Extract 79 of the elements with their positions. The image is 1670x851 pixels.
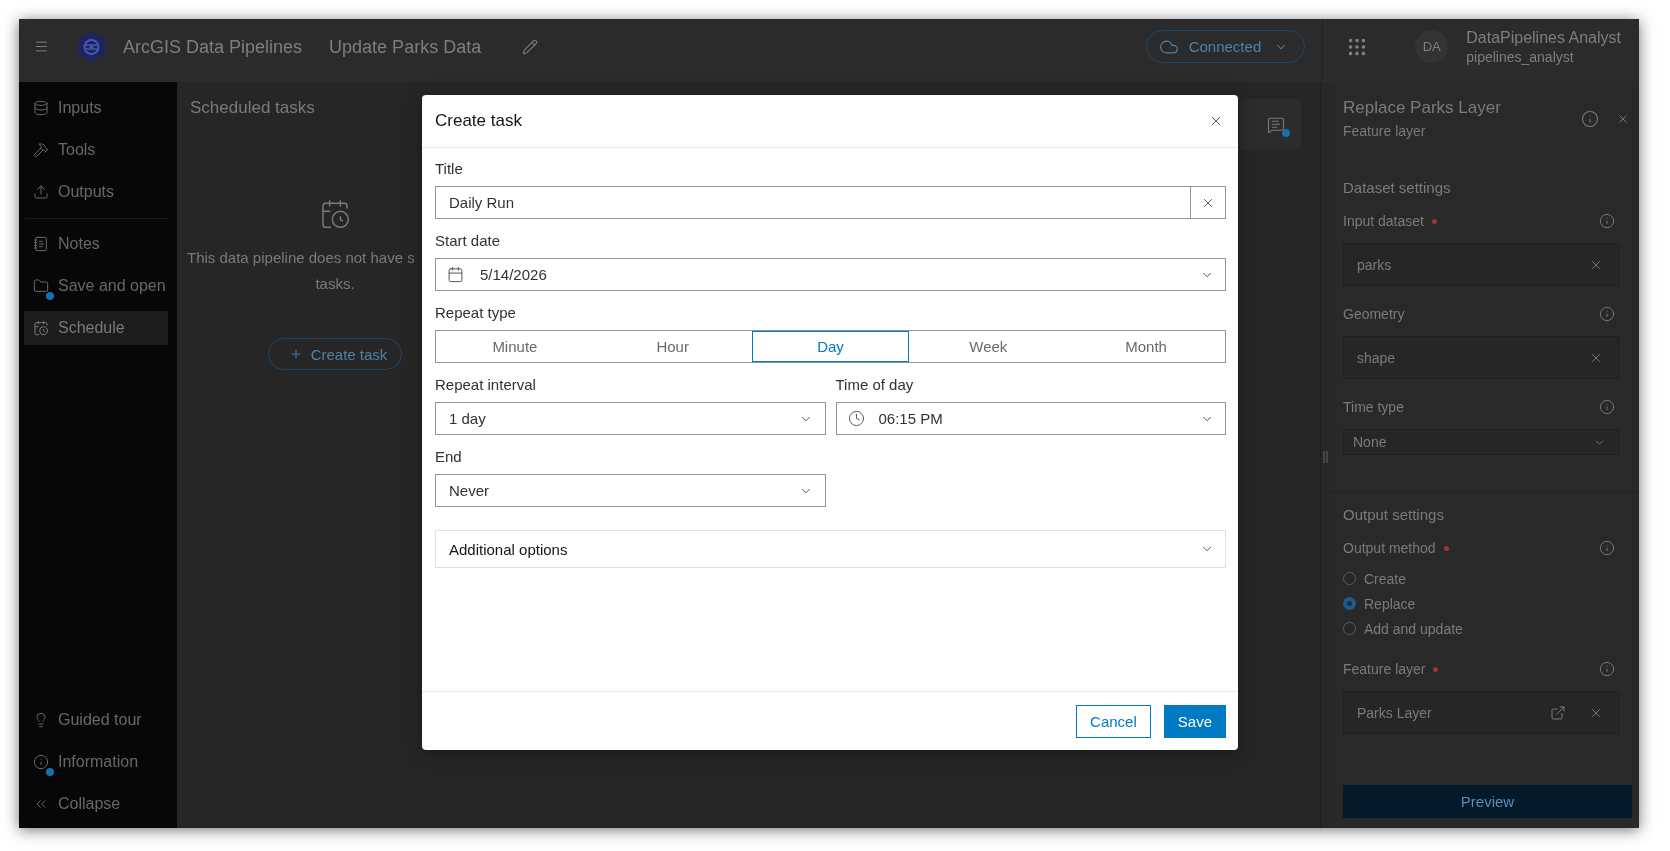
- user-name: DataPipelines Analyst: [1466, 27, 1621, 48]
- sidebar-item[interactable]: Tools: [24, 133, 168, 167]
- resize-handle-icon[interactable]: [1323, 451, 1328, 463]
- preview-button[interactable]: Preview: [1343, 785, 1632, 818]
- avatar[interactable]: DA: [1415, 30, 1449, 63]
- input-field[interactable]: parks: [1343, 243, 1619, 286]
- cancel-button[interactable]: Cancel: [1076, 704, 1151, 738]
- section-title: Output settings: [1343, 505, 1445, 525]
- info-icon[interactable]: [1599, 399, 1615, 415]
- empty-state-text: tasks.: [315, 274, 355, 294]
- calendar-clock-icon: [319, 198, 351, 230]
- info-icon[interactable]: [1581, 110, 1599, 128]
- radio-button[interactable]: [1343, 622, 1356, 635]
- field-label: Output method: [1343, 539, 1436, 558]
- sidebar-item[interactable]: Collapse: [24, 787, 168, 821]
- close-icon[interactable]: [1616, 112, 1630, 126]
- folder-icon: [33, 278, 49, 294]
- database-icon: [33, 100, 49, 116]
- external-link-icon[interactable]: [1550, 704, 1566, 721]
- notepad-icon: [33, 236, 49, 252]
- field-label: Start date: [435, 231, 501, 250]
- hammer-icon: [33, 142, 49, 158]
- sidebar-item[interactable]: Outputs: [24, 175, 168, 209]
- sidebar-item[interactable]: Save and open: [24, 269, 168, 303]
- input-field[interactable]: shape: [1343, 336, 1619, 379]
- sidebar-item[interactable]: Schedule: [24, 311, 168, 345]
- sidebar-item[interactable]: Inputs: [24, 91, 168, 125]
- field-label: Input dataset: [1343, 212, 1424, 231]
- field-label: End: [435, 447, 462, 466]
- select-field[interactable]: Never: [435, 474, 826, 507]
- info-icon: [33, 754, 49, 770]
- sidebar-item[interactable]: Notes: [24, 227, 168, 261]
- info-icon[interactable]: [1599, 306, 1615, 322]
- option-label[interactable]: Add and update: [1364, 620, 1463, 637]
- logo-icon: [78, 31, 105, 62]
- text-field[interactable]: Daily Run: [435, 186, 1226, 219]
- accordion-header[interactable]: Additional options: [435, 530, 1226, 568]
- info-icon[interactable]: [1599, 213, 1615, 229]
- field-label: Geometry: [1343, 305, 1405, 324]
- calendar-icon: [447, 266, 464, 283]
- field-label: Time of day: [835, 375, 914, 394]
- empty-state-text: This data pipeline does not have s: [187, 248, 415, 268]
- pencil-icon[interactable]: [522, 38, 539, 55]
- sidebar-item[interactable]: Guided tour: [24, 703, 168, 737]
- pipeline-name: Update Parks Data: [329, 35, 482, 58]
- app-name: ArcGIS Data Pipelines: [123, 35, 303, 58]
- field-label: Repeat type: [435, 303, 516, 322]
- select-field[interactable]: None: [1343, 429, 1619, 455]
- panel-heading: Scheduled tasks: [190, 98, 315, 118]
- calendar-clock-icon: [33, 320, 49, 336]
- layer-field[interactable]: Parks Layer: [1343, 691, 1619, 734]
- option-label[interactable]: Create: [1364, 570, 1407, 587]
- lightbulb-icon: [33, 712, 49, 728]
- comment-icon[interactable]: [1267, 115, 1285, 134]
- save-button[interactable]: Save: [1163, 704, 1226, 738]
- field-label: Title: [435, 159, 463, 178]
- panel-subtitle: Feature layer: [1343, 122, 1427, 140]
- close-icon[interactable]: [1209, 114, 1223, 128]
- select-field[interactable]: 1 day: [435, 402, 826, 435]
- option-label[interactable]: Replace: [1364, 595, 1416, 612]
- field-label: Feature layer: [1343, 660, 1426, 679]
- upload-icon: [33, 184, 49, 200]
- field-label: Repeat interval: [435, 375, 536, 394]
- user-handle: pipelines_analyst: [1466, 47, 1575, 66]
- menu-icon[interactable]: [34, 39, 49, 54]
- panel-title: Replace Parks Layer: [1343, 98, 1502, 118]
- radio-button[interactable]: [1343, 572, 1356, 585]
- info-icon[interactable]: [1599, 661, 1615, 677]
- date-picker[interactable]: 5/14/2026: [435, 258, 1226, 291]
- dialog-title: Create task: [435, 111, 522, 131]
- segment-button[interactable]: Day: [751, 331, 910, 362]
- info-icon[interactable]: [1599, 540, 1615, 556]
- sidebar-item[interactable]: Information: [24, 745, 168, 779]
- section-title: Dataset settings: [1343, 178, 1452, 198]
- plus-icon: [288, 347, 303, 361]
- time-picker[interactable]: 06:15 PM: [835, 402, 1226, 435]
- clock-icon: [847, 410, 865, 427]
- radio-button[interactable]: [1343, 597, 1356, 610]
- field-label: Time type: [1343, 398, 1404, 417]
